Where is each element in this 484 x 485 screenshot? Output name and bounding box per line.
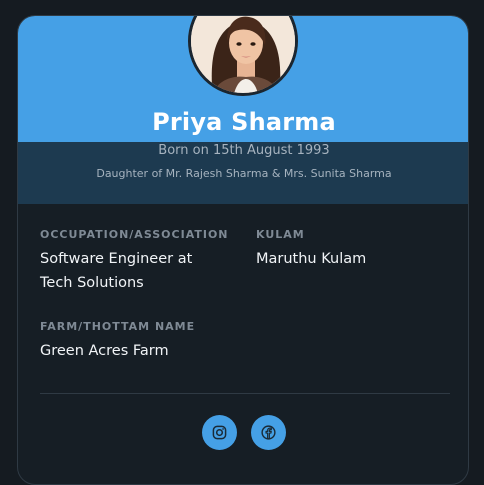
parent-info: Daughter of Mr. Rajesh Sharma & Mrs. Sun… — [96, 167, 392, 180]
facebook-button[interactable] — [251, 415, 286, 450]
farm-label: FARM/THOTTAM NAME — [40, 320, 196, 333]
divider — [40, 393, 450, 394]
occupation-line-1: Software Engineer at — [40, 251, 193, 267]
birth-date: Born on 15th August 1993 — [158, 143, 330, 158]
kulam-label: KULAM — [256, 228, 305, 241]
profile-card: Priya Sharma Born on 15th August 1993 Da… — [17, 15, 469, 485]
instagram-icon — [212, 425, 227, 440]
occupation-label: OCCUPATION/ASSOCIATION — [40, 228, 229, 241]
occupation-line-2: Tech Solutions — [40, 275, 144, 291]
instagram-button[interactable] — [202, 415, 237, 450]
profile-name: Priya Sharma — [152, 108, 336, 136]
farm-value: Green Acres Farm — [40, 343, 169, 359]
facebook-icon — [261, 425, 276, 440]
kulam-value: Maruthu Kulam — [256, 251, 367, 267]
occupation-value: Software Engineer at Tech Solutions — [40, 247, 192, 295]
